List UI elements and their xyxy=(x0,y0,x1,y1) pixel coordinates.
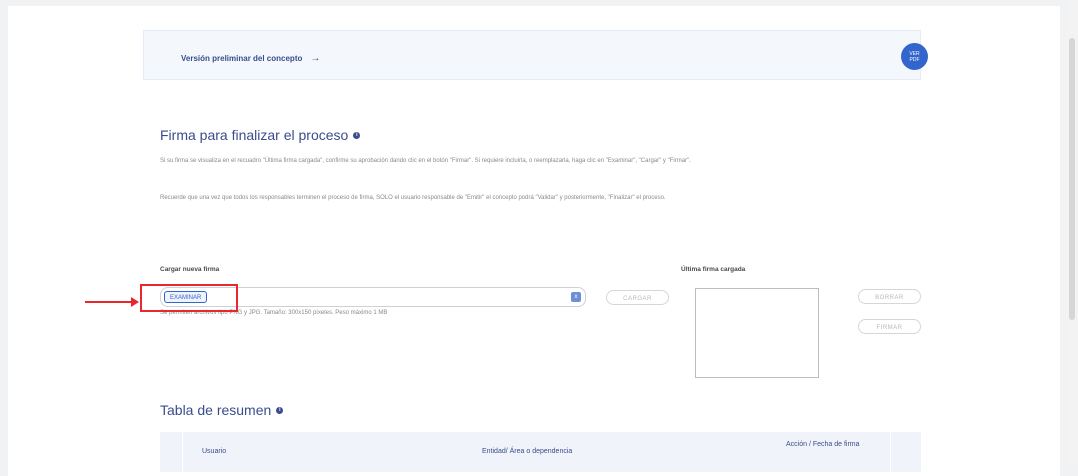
summary-table-title: Tabla de resumen i xyxy=(160,402,284,418)
summary-title-text: Tabla de resumen xyxy=(160,402,272,418)
arrow-right-icon[interactable]: → xyxy=(310,53,320,64)
pdf-icon[interactable]: VER PDF xyxy=(901,43,928,70)
signature-instructions-1: Si su firma se visualiza en el recuadro … xyxy=(160,158,691,164)
summary-table-header: Usuario Entidad/ Área o dependencia Acci… xyxy=(160,432,921,472)
column-divider xyxy=(182,432,183,472)
scrollbar[interactable] xyxy=(1066,0,1078,465)
delete-button[interactable]: BORRAR xyxy=(858,289,921,304)
annotation-arrow-head xyxy=(131,297,139,307)
preview-banner: Versión preliminar del concepto → VER PD… xyxy=(143,30,928,80)
preview-link-label[interactable]: Versión preliminar del concepto xyxy=(181,54,302,63)
preview-link[interactable]: Versión preliminar del concepto → xyxy=(181,53,320,64)
column-header-user: Usuario xyxy=(202,448,227,455)
info-icon[interactable]: i xyxy=(276,406,284,414)
signature-title-text: Firma para finalizar el proceso xyxy=(160,127,349,143)
annotation-arrow-icon xyxy=(85,301,137,303)
column-header-entity: Entidad/ Área o dependencia xyxy=(482,448,573,455)
upload-label: Cargar nueva firma xyxy=(160,266,220,273)
clear-icon[interactable]: x xyxy=(571,292,581,302)
column-divider xyxy=(890,432,891,472)
last-signature-label: Última firma cargada xyxy=(681,266,746,273)
annotation-highlight-box xyxy=(140,284,238,312)
column-header-action: Acción / Fecha de firma xyxy=(786,441,860,448)
signature-section-title: Firma para finalizar el proceso i xyxy=(160,127,361,143)
info-icon[interactable]: i xyxy=(353,131,361,139)
load-button[interactable]: CARGAR xyxy=(606,290,669,305)
pdf-icon-line2: PDF xyxy=(909,56,920,63)
last-signature-preview xyxy=(695,288,819,378)
signature-instructions-2: Recuerde que una vez que todos los respo… xyxy=(160,195,666,201)
sign-button[interactable]: FIRMAR xyxy=(858,319,921,334)
scrollbar-thumb[interactable] xyxy=(1069,38,1075,320)
